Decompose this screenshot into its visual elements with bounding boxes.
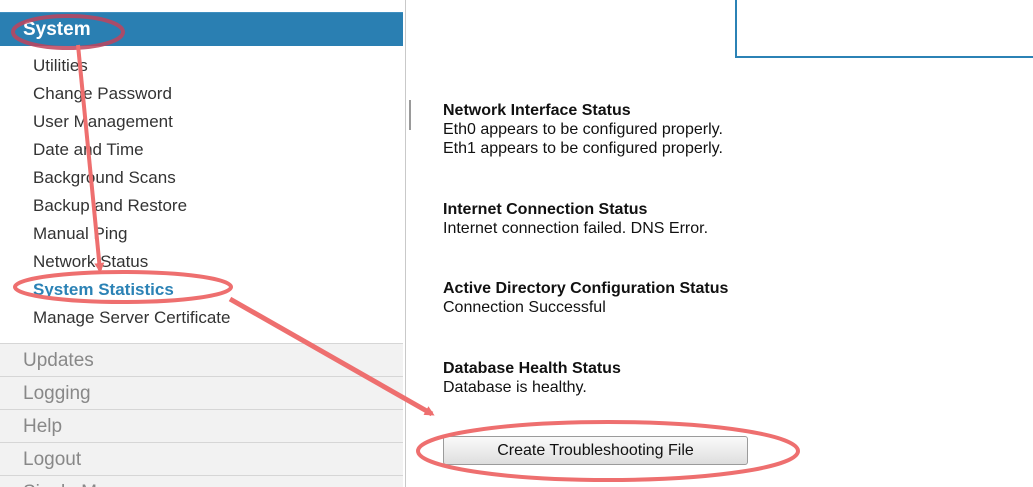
status-line: Internet connection failed. DNS Error.	[443, 220, 709, 237]
status-title: Internet Connection Status	[443, 201, 648, 218]
sidebar-section-logout[interactable]: Logout	[0, 442, 403, 475]
sidebar-item-system-statistics[interactable]: System Statistics	[0, 276, 403, 304]
status-panel: Network Interface Status Eth0 appears to…	[443, 0, 1033, 487]
sidebar-item-user-management[interactable]: User Management	[0, 108, 403, 136]
sidebar-section-single-mo[interactable]: Single Mo	[0, 475, 403, 487]
status-line: Eth1 appears to be configured properly.	[443, 140, 723, 157]
status-title: Network Interface Status	[443, 102, 631, 119]
sidebar: System Utilities Change Password User Ma…	[0, 0, 406, 487]
sidebar-item-network-status[interactable]: Network Status	[0, 248, 403, 276]
sidebar-item-change-password[interactable]: Change Password	[0, 80, 403, 108]
database-health-status: Database Health Status Database is healt…	[443, 359, 621, 397]
sidebar-section-help[interactable]: Help	[0, 409, 403, 442]
status-line: Connection Successful	[443, 299, 606, 316]
create-troubleshooting-file-button[interactable]: Create Troubleshooting File	[443, 436, 748, 465]
status-line: Eth0 appears to be configured properly.	[443, 121, 723, 138]
sidebar-section-updates[interactable]: Updates	[0, 343, 403, 376]
sidebar-item-manual-ping[interactable]: Manual Ping	[0, 220, 403, 248]
panel-resize-handle[interactable]	[409, 100, 411, 130]
internet-connection-status: Internet Connection Status Internet conn…	[443, 200, 708, 238]
sidebar-section-logging[interactable]: Logging	[0, 376, 403, 409]
status-title: Active Directory Configuration Status	[443, 280, 729, 297]
sidebar-item-date-and-time[interactable]: Date and Time	[0, 136, 403, 164]
status-title: Database Health Status	[443, 360, 621, 377]
sidebar-header-system[interactable]: System	[0, 12, 403, 46]
sidebar-item-manage-server-certificate[interactable]: Manage Server Certificate	[0, 304, 403, 332]
network-interface-status: Network Interface Status Eth0 appears to…	[443, 101, 723, 158]
system-submenu: Utilities Change Password User Managemen…	[0, 52, 403, 332]
sidebar-item-background-scans[interactable]: Background Scans	[0, 164, 403, 192]
sidebar-item-utilities[interactable]: Utilities	[0, 52, 403, 80]
sidebar-sections: Updates Logging Help Logout Single Mo	[0, 343, 403, 487]
sidebar-item-backup-and-restore[interactable]: Backup and Restore	[0, 192, 403, 220]
status-line: Database is healthy.	[443, 379, 587, 396]
active-directory-status: Active Directory Configuration Status Co…	[443, 279, 728, 317]
